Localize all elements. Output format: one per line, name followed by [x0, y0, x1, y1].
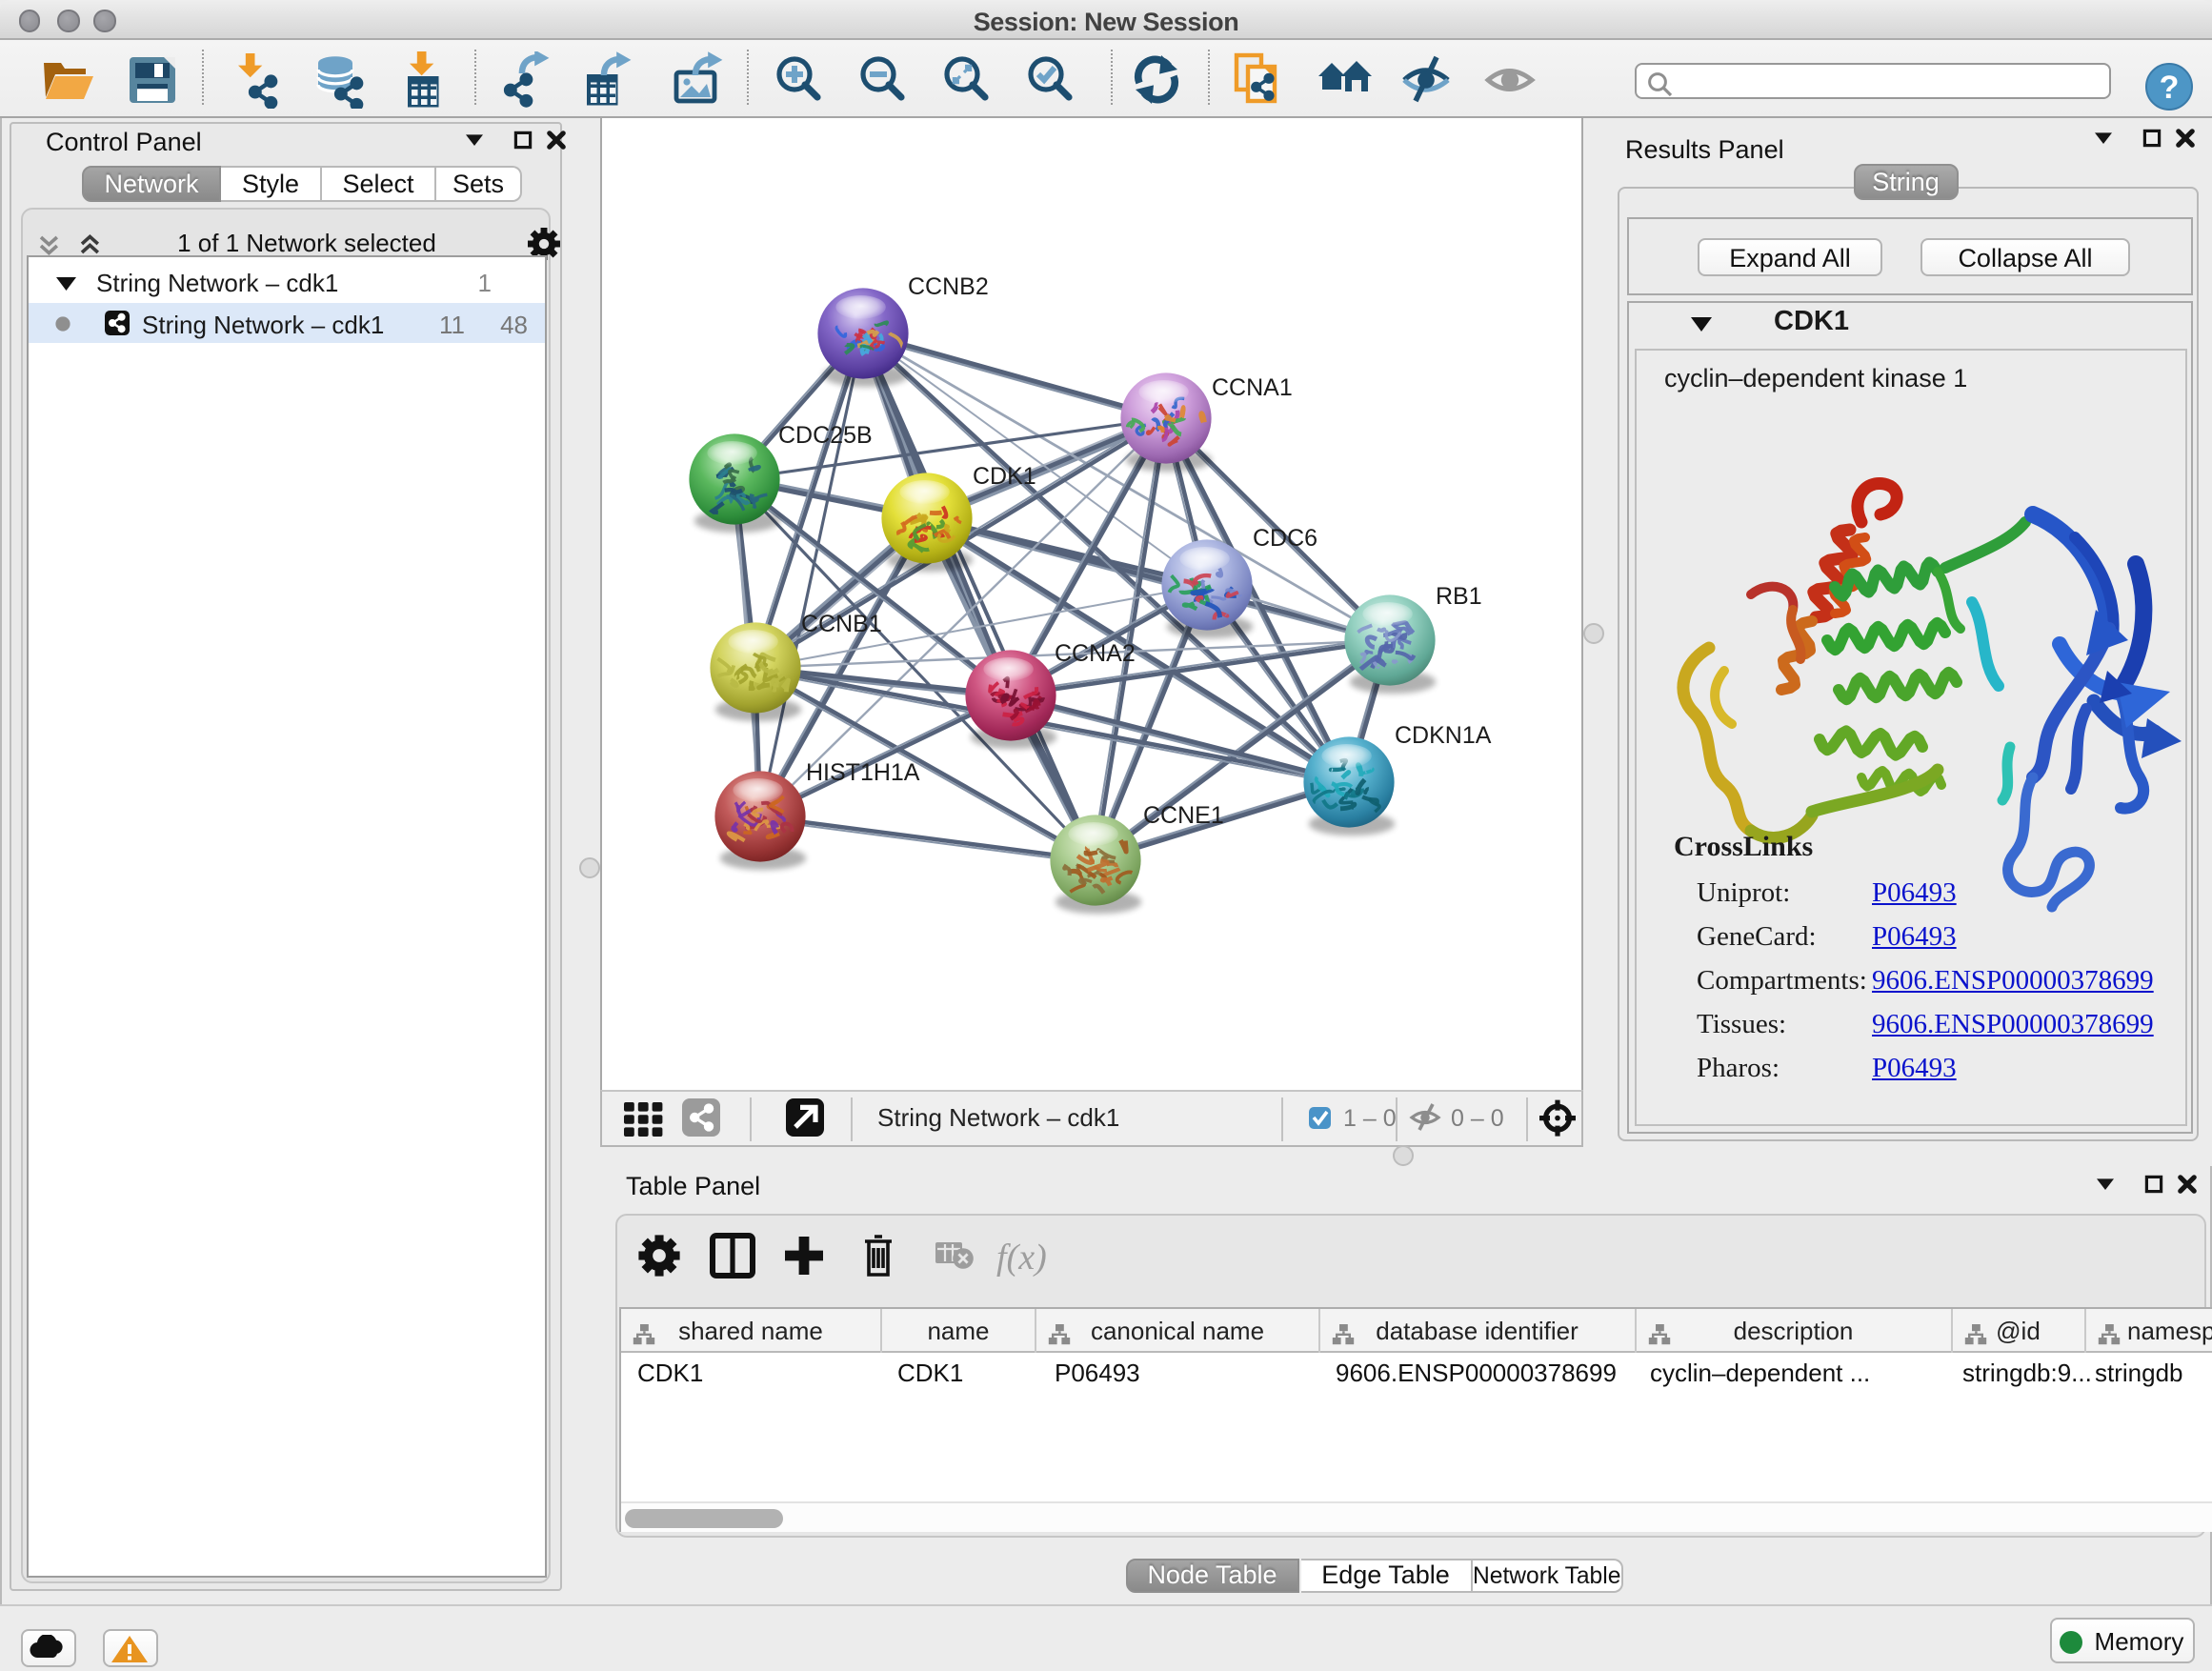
svg-text:CCNB1: CCNB1: [800, 611, 881, 637]
svg-text:CDC25B: CDC25B: [777, 422, 872, 449]
svg-text:1 – 0: 1 – 0: [1342, 1105, 1396, 1132]
svg-text:CCNA2: CCNA2: [1054, 640, 1135, 667]
svg-text:String Network – cdk1: String Network – cdk1: [876, 1103, 1118, 1132]
svg-text:CCNA1: CCNA1: [1211, 374, 1292, 401]
svg-text:CDKN1A: CDKN1A: [1394, 722, 1491, 749]
svg-text:f(x): f(x): [995, 1238, 1046, 1278]
svg-text:HIST1H1A: HIST1H1A: [805, 759, 919, 786]
svg-text:CDC6: CDC6: [1252, 525, 1317, 552]
svg-text:?: ?: [2160, 70, 2180, 106]
svg-text:CCNE1: CCNE1: [1142, 802, 1223, 829]
svg-text:RB1: RB1: [1435, 583, 1481, 610]
svg-text:CDK1: CDK1: [972, 463, 1036, 490]
svg-text:0 – 0: 0 – 0: [1450, 1105, 1503, 1132]
svg-text:CCNB2: CCNB2: [907, 273, 988, 300]
